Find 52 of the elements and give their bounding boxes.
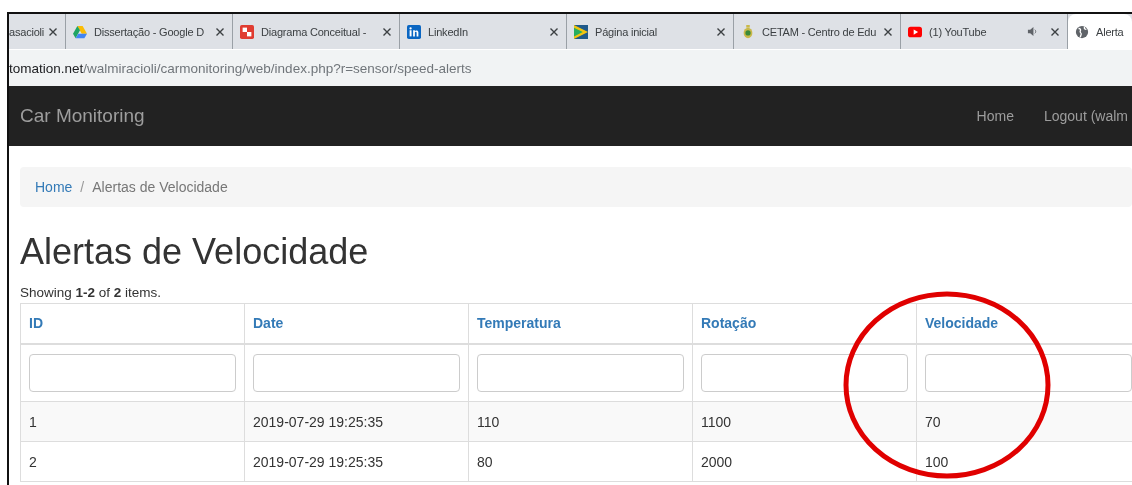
youtube-icon <box>908 24 922 39</box>
summary-text: Showing 1-2 of 2 items. <box>20 285 163 300</box>
emblem-icon <box>741 24 755 39</box>
close-icon[interactable] <box>382 26 392 37</box>
table-cell: 2019-07-29 19:25:35 <box>244 401 469 442</box>
close-icon[interactable] <box>48 26 59 37</box>
close-icon[interactable] <box>549 26 559 37</box>
tab-title: Alerta <box>1096 25 1125 38</box>
brand-link[interactable]: Car Monitoring <box>20 105 145 127</box>
tab-title: asacioli <box>9 25 45 38</box>
triangle-icon <box>73 24 87 39</box>
nav-link[interactable]: Home <box>976 108 1014 124</box>
globe-icon <box>1075 24 1089 39</box>
table-cell: 2019-07-29 19:25:35 <box>244 441 469 482</box>
browser-tab[interactable]: asacioli <box>9 14 66 49</box>
tab-title: Dissertação - Google D <box>94 25 205 38</box>
breadcrumb-link[interactable]: Home <box>35 179 73 195</box>
diagram-icon <box>240 24 254 39</box>
close-icon[interactable] <box>1050 26 1060 37</box>
column-header[interactable]: Velocidade <box>916 303 1132 344</box>
filter-field[interactable] <box>477 353 684 392</box>
column-header[interactable]: ID <box>20 303 245 344</box>
table-cell: 1 <box>20 401 245 442</box>
table-cell: 1100 <box>692 401 917 442</box>
table-cell: 2 <box>20 441 245 482</box>
tab-title: CETAM - Centro de Edu <box>762 25 878 38</box>
column-header[interactable]: Date <box>244 303 469 344</box>
close-icon[interactable] <box>215 26 225 37</box>
close-icon[interactable] <box>716 26 726 37</box>
browser-tab[interactable]: Alerta <box>1068 14 1132 49</box>
column-header[interactable]: Rotação <box>692 303 917 344</box>
table-cell: 2000 <box>692 441 917 482</box>
filter-field[interactable] <box>29 353 236 392</box>
flag-icon <box>574 24 588 39</box>
linkedin-icon <box>407 24 421 39</box>
filter-field[interactable] <box>701 353 908 392</box>
page-title: Alertas de Velocidade <box>20 231 370 273</box>
breadcrumb-separator: / <box>80 179 85 195</box>
tab-title: Página inicial <box>595 25 659 38</box>
filter-field[interactable] <box>925 353 1132 392</box>
tab-title: (1) YouTube <box>929 25 988 38</box>
tab-title: Diagrama Conceitual - <box>261 25 368 38</box>
breadcrumb-current: Alertas de Velocidade <box>92 179 228 195</box>
table-cell: 70 <box>916 401 1132 442</box>
filter-field[interactable] <box>253 353 460 392</box>
tab-title: LinkedIn <box>428 25 469 38</box>
column-header[interactable]: Temperatura <box>468 303 693 344</box>
table-cell: 80 <box>468 441 693 482</box>
close-icon[interactable] <box>883 26 893 37</box>
address-bar[interactable]: tomation.net/walmiracioli/carmonitoring/web/index.php?r=sensor/speed-alerts <box>9 49 1132 86</box>
nav-link[interactable]: Logout (walm <box>1043 108 1128 124</box>
table-cell: 110 <box>468 401 693 442</box>
